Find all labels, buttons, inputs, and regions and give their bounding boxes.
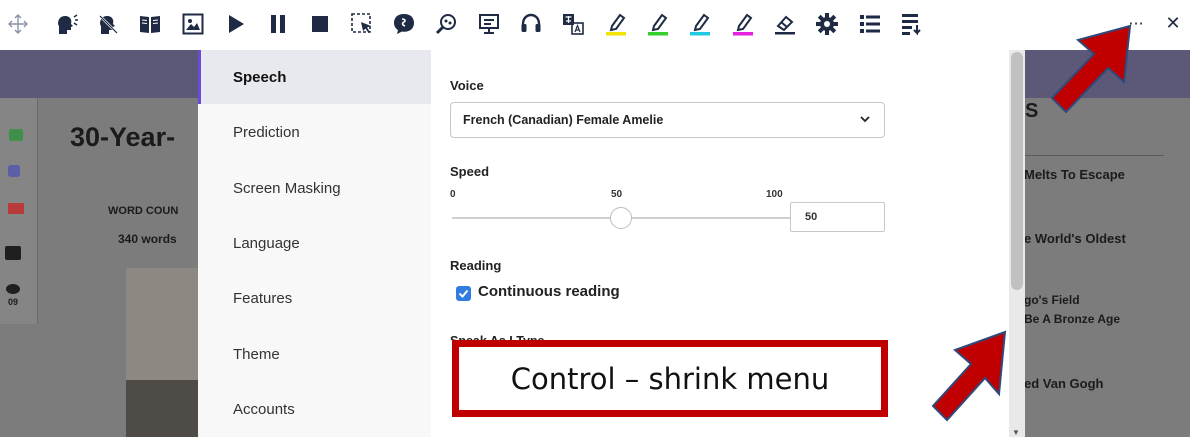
highlighter-yellow-icon[interactable] [603,11,629,37]
nav-prediction[interactable]: Prediction [198,105,431,159]
vocabulary-list-icon[interactable] [899,11,925,37]
play-icon[interactable] [223,11,249,37]
close-button[interactable]: ✕ [1160,11,1186,37]
voice-label: Voice [450,78,484,93]
annotation-arrow-bottom-right [931,330,1007,422]
settings-scrollbar-thumb[interactable] [1011,52,1023,290]
chevron-down-icon [860,116,870,123]
continuous-reading-label[interactable]: Continuous reading [478,283,620,300]
screen-select-icon[interactable] [349,11,375,37]
speed-label: Speed [450,164,490,179]
speed-max-label: 100 [766,189,783,200]
speed-slider-thumb[interactable] [610,207,632,229]
highlighter-cyan-icon[interactable] [687,11,713,37]
headset-icon[interactable] [518,11,544,37]
word-count-value: 340 words [118,232,177,246]
share-icon-green[interactable] [9,129,23,141]
related-link-3b[interactable]: Be A Bronze Age [1024,312,1120,326]
related-heading: S [1025,100,1039,122]
highlighter-magenta-icon[interactable] [730,11,756,37]
checkmark-icon [458,289,469,298]
settings-gear-icon[interactable] [814,11,840,37]
nav-theme[interactable]: Theme [198,327,431,381]
scroll-down-icon[interactable]: ▼ [1012,428,1020,437]
word-count-label: WORD COUN [108,205,179,217]
nav-speech[interactable]: Speech [198,50,431,104]
nav-accounts[interactable]: Accounts [198,382,431,436]
stop-icon[interactable] [307,11,333,37]
related-link-1[interactable]: Melts To Escape [1024,167,1125,182]
book-icon[interactable] [137,11,163,37]
move-icon[interactable] [5,11,31,37]
speed-min-label: 0 [450,189,456,200]
talking-head-icon[interactable] [54,11,80,37]
annotation-callout-text: Control – shrink menu [510,361,830,396]
voice-select-value: French (Canadian) Female Amelie [463,113,664,127]
eraser-icon[interactable] [772,11,798,37]
comment-icon[interactable] [6,284,20,294]
nav-features[interactable]: Features [198,271,431,325]
nav-screen-masking[interactable]: Screen Masking [198,161,431,215]
speed-mid-label: 50 [611,189,623,200]
pause-icon[interactable] [265,11,291,37]
share-icon-teams[interactable] [8,165,20,177]
related-divider [1020,155,1164,156]
related-link-2[interactable]: e World's Oldest [1024,231,1126,246]
voice-select[interactable]: French (Canadian) Female Amelie [450,102,885,138]
annotation-callout: Control – shrink menu [452,340,888,417]
settings-sidebar: Speech Prediction Screen Masking Languag… [198,50,431,437]
annotation-arrow-top-right [1050,24,1132,114]
talking-head-muted-icon[interactable] [96,11,122,37]
related-link-4[interactable]: ed Van Gogh [1024,376,1103,391]
reading-label: Reading [450,258,502,273]
bullet-list-icon[interactable] [857,11,883,37]
presentation-icon[interactable] [476,11,502,37]
nav-language[interactable]: Language [198,216,431,270]
print-icon[interactable] [5,246,21,260]
close-icon: ✕ [1165,13,1181,34]
article-photo-shadow [126,380,198,437]
continuous-reading-checkbox[interactable] [456,286,471,301]
reading-toolbar: ··· ✕ [0,0,1190,50]
speed-value-input[interactable]: 50 [790,202,885,232]
comment-count: 09 [8,297,19,307]
related-link-3a[interactable]: go's Field [1024,293,1080,307]
share-sidebar: 09 [0,98,38,324]
picture-dictionary-icon[interactable] [433,11,459,37]
highlighter-green-icon[interactable] [645,11,671,37]
mail-icon[interactable] [8,203,24,214]
translate-icon[interactable] [560,11,586,37]
article-title: 30-Year- [70,122,176,152]
picture-icon[interactable] [180,11,206,37]
speech-bubble-icon[interactable] [391,11,417,37]
